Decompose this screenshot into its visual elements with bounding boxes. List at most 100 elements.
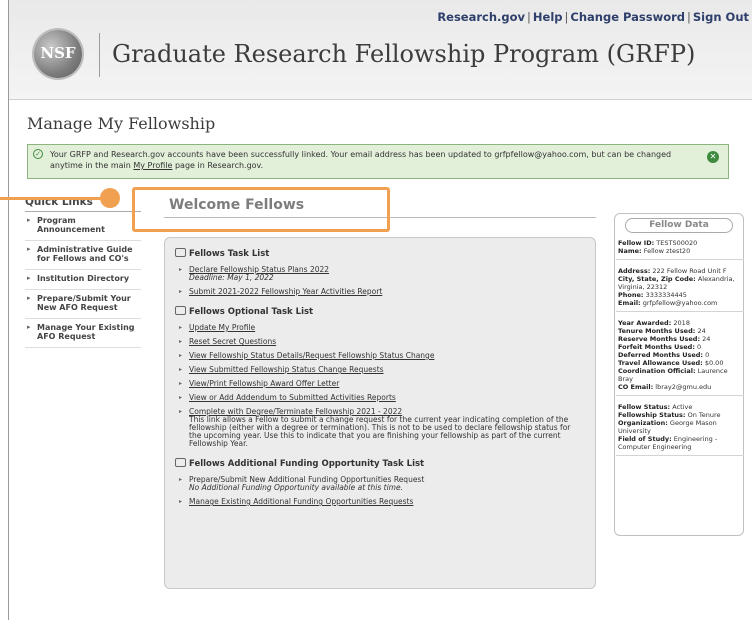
deferred-value: 0	[705, 351, 710, 359]
task-item: Complete with Degree/Terminate Fellowshi…	[175, 408, 585, 448]
quick-link-institution-directory[interactable]: Institution Directory	[25, 270, 141, 290]
view-change-requests-link[interactable]: View Submitted Fellowship Status Change …	[189, 365, 384, 374]
optional-list-title: Fellows Optional Task List	[189, 307, 314, 317]
complete-terminate-description: This link allows a Fellow to submit a ch…	[189, 415, 571, 448]
close-icon[interactable]: ✕	[707, 151, 719, 163]
task-item: View Submitted Fellowship Status Change …	[175, 365, 585, 375]
view-status-details-link[interactable]: View Fellowship Status Details/Request F…	[189, 351, 434, 360]
fellow-status-label: Fellow Status:	[618, 403, 671, 411]
sign-out-link[interactable]: Sign Out	[693, 10, 749, 24]
submit-report-link[interactable]: Submit 2021-2022 Fellowship Year Activit…	[189, 287, 382, 296]
task-item: Declare Fellowship Status Plans 2022Dead…	[175, 266, 585, 282]
city-state-zip-label: City, State, Zip Code:	[618, 275, 696, 283]
quick-link-prepare-afo[interactable]: Prepare/Submit Your New AFO Request	[25, 290, 141, 319]
research-gov-link[interactable]: Research.gov	[437, 10, 525, 24]
add-addendum-link[interactable]: View or Add Addendum to Submitted Activi…	[189, 393, 396, 402]
folder-icon	[175, 458, 186, 467]
top-links: Research.gov | Help | Change Password | Sign O…	[437, 10, 749, 24]
email-row: Email: grfpfellow@yahoo.com	[618, 299, 742, 307]
tenure-group: Year Awarded: 2018 Tenure Months Used: 2…	[616, 317, 744, 396]
deferred-row: Deferred Months Used: 0	[618, 351, 742, 359]
separator: |	[564, 10, 569, 24]
separator: |	[527, 10, 531, 24]
reserve-row: Reserve Months Used: 24	[618, 335, 742, 343]
success-alert: ✓ Your GRFP and Research.gov accounts ha…	[27, 144, 729, 179]
my-profile-link[interactable]: My Profile	[133, 161, 172, 170]
check-icon: ✓	[33, 149, 43, 159]
fellow-status-row: Fellow Status: Active	[618, 403, 742, 411]
name-label: Name:	[618, 247, 642, 255]
fellow-id-value: TESTS00020	[656, 239, 698, 247]
tenure-label: Tenure Months Used:	[618, 327, 696, 335]
fellow-id-group: Fellow ID: TESTS00020 Name: Fellow ztest…	[616, 237, 744, 260]
co-email-label: CO Email:	[618, 383, 654, 391]
forfeit-label: Forfeit Months Used:	[618, 343, 695, 351]
highlight-pointer-dot	[100, 188, 120, 208]
page-frame: Research.gov | Help | Change Password | Sign O…	[8, 0, 752, 620]
folder-icon	[175, 306, 186, 315]
quick-link-administrative-guide[interactable]: Administrative Guide for Fellows and CO'…	[25, 241, 141, 270]
fellow-status-value: Active	[672, 403, 693, 411]
funding-list-section: Fellows Additional Funding Opportunity T…	[175, 458, 585, 506]
phone-value: 3333334445	[645, 291, 687, 299]
help-link[interactable]: Help	[533, 10, 563, 24]
site-header: Research.gov | Help | Change Password | Sign O…	[9, 0, 752, 100]
name-value: Fellow ztest20	[643, 247, 691, 255]
reset-questions-link[interactable]: Reset Secret Questions	[189, 337, 276, 346]
highlight-pointer-line	[0, 197, 103, 200]
task-list-title: Fellows Task List	[189, 249, 270, 259]
highlight-box	[132, 187, 390, 232]
folder-icon	[175, 248, 186, 257]
forfeit-value: 0	[697, 343, 702, 351]
section-title: Fellows Task List	[175, 248, 585, 259]
deadline-note: Deadline: May 1, 2022	[189, 273, 274, 282]
name-row: Name: Fellow ztest20	[618, 247, 742, 255]
task-item: View Fellowship Status Details/Request F…	[175, 351, 585, 361]
separator: |	[687, 10, 691, 24]
task-item: Update My Profile	[175, 323, 585, 333]
manage-funding-link[interactable]: Manage Existing Additional Funding Oppor…	[189, 497, 413, 506]
fellowship-status-value: On Tenure	[687, 411, 721, 419]
travel-label: Travel Allowance Used:	[618, 359, 703, 367]
task-item: View/Print Fellowship Award Offer Letter	[175, 379, 585, 389]
funding-note: No Additional Funding Opportunity availa…	[189, 483, 403, 492]
quick-link-manage-afo[interactable]: Manage Your Existing AFO Request	[25, 319, 141, 348]
change-password-link[interactable]: Change Password	[570, 10, 685, 24]
coordination-label: Coordination Official:	[618, 367, 696, 375]
reserve-value: 24	[702, 335, 711, 343]
contact-group: Address: 222 Fellow Road Unit F City, St…	[616, 265, 744, 312]
task-item: Submit 2021-2022 Fellowship Year Activit…	[175, 287, 585, 297]
city-state-zip-row: City, State, Zip Code: Alexandria, Virgi…	[618, 275, 742, 291]
year-row: Year Awarded: 2018	[618, 319, 742, 327]
field-of-study-row: Field of Study: Engineering - Computer E…	[618, 435, 742, 451]
co-email-value: lbray2@gmu.edu	[655, 383, 712, 391]
fellowship-status-label: Fellowship Status:	[618, 411, 686, 419]
coordination-row: Coordination Official: Laurence Bray	[618, 367, 742, 383]
quick-links: Quick Links Program Announcement Adminis…	[25, 196, 141, 348]
fellow-id-row: Fellow ID: TESTS00020	[618, 239, 742, 247]
organization-label: Organization:	[618, 419, 668, 427]
task-panel: Fellows Task List Declare Fellowship Sta…	[164, 237, 596, 589]
co-email-row: CO Email: lbray2@gmu.edu	[618, 383, 742, 391]
year-value: 2018	[673, 319, 690, 327]
nsf-logo: NSF	[34, 30, 82, 78]
phone-row: Phone: 3333334445	[618, 291, 742, 299]
fellow-id-label: Fellow ID:	[618, 239, 655, 247]
alert-text-after: page in Research.gov.	[172, 161, 264, 170]
quick-link-program-announcement[interactable]: Program Announcement	[25, 212, 141, 241]
fellow-data-panel: Fellow Data Fellow ID: TESTS00020 Name: …	[614, 213, 744, 536]
section-title: Fellows Additional Funding Opportunity T…	[175, 458, 585, 469]
logo-text: NSF	[40, 44, 76, 62]
deferred-label: Deferred Months Used:	[618, 351, 704, 359]
address-value: 222 Fellow Road Unit F	[652, 267, 727, 275]
print-offer-letter-link[interactable]: View/Print Fellowship Award Offer Letter	[189, 379, 339, 388]
task-item: Manage Existing Additional Funding Oppor…	[175, 497, 585, 507]
task-list-section: Fellows Task List Declare Fellowship Sta…	[175, 248, 585, 296]
tenure-row: Tenure Months Used: 24	[618, 327, 742, 335]
update-profile-link[interactable]: Update My Profile	[189, 323, 255, 332]
divider	[99, 33, 100, 77]
organization-row: Organization: George Mason University	[618, 419, 742, 435]
tenure-value: 24	[697, 327, 706, 335]
fellow-data-body: Fellow ID: TESTS00020 Name: Fellow ztest…	[616, 237, 744, 461]
address-row: Address: 222 Fellow Road Unit F	[618, 267, 742, 275]
